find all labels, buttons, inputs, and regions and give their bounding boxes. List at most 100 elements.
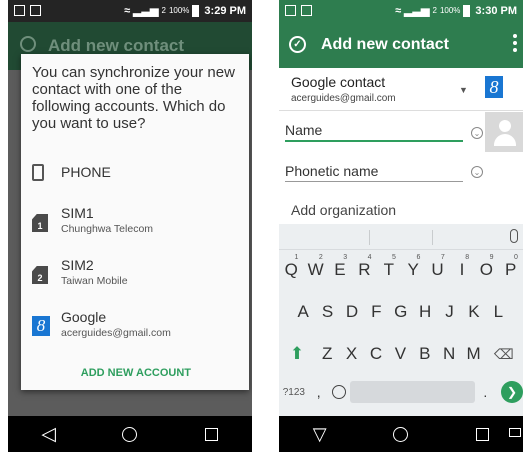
account-chooser-dialog: You can synchronize your new contact wit… bbox=[21, 54, 249, 390]
dialog-message: You can synchronize your new contact wit… bbox=[32, 64, 235, 132]
navigation-bar: ▽ bbox=[279, 416, 523, 452]
recents-icon bbox=[475, 427, 489, 441]
key-b[interactable]: B bbox=[413, 336, 437, 372]
email-icon bbox=[30, 5, 41, 16]
expand-icon[interactable]: ⌄ bbox=[471, 166, 483, 178]
recents-icon bbox=[204, 427, 218, 441]
navigation-bar: ◁ bbox=[8, 416, 252, 452]
home-icon bbox=[393, 426, 409, 442]
period-key[interactable]: . bbox=[475, 374, 495, 410]
key-o[interactable]: O9 bbox=[474, 252, 498, 288]
notification-icon bbox=[14, 5, 25, 16]
app-bar: ✓ Add new contact bbox=[279, 22, 523, 68]
key-g[interactable]: G bbox=[389, 294, 413, 330]
key-h[interactable]: H bbox=[413, 294, 437, 330]
battery-icon bbox=[192, 4, 200, 17]
key-a[interactable]: A bbox=[291, 294, 315, 330]
back-icon[interactable]: ◁ bbox=[29, 416, 69, 452]
option-sim2[interactable]: 2 SIM2 Taiwan Mobile bbox=[21, 257, 249, 291]
keyboard-row-3: ⬆ Z X C V B N M ⌫ bbox=[279, 336, 523, 372]
option-subtitle: Chunghwa Telecom bbox=[61, 223, 154, 235]
add-organization-button[interactable]: Add organization bbox=[291, 202, 396, 218]
key-n[interactable]: N bbox=[437, 336, 461, 372]
soft-keyboard: Q1 W2 E3 R4 T5 Y6 U7 I8 O9 P0 A S D F G … bbox=[279, 224, 523, 416]
notification-icon bbox=[285, 5, 296, 16]
add-new-account-button[interactable]: ADD NEW ACCOUNT bbox=[81, 367, 191, 379]
more-options-icon[interactable] bbox=[513, 34, 517, 52]
key-m[interactable]: M bbox=[461, 336, 485, 372]
space-bar[interactable] bbox=[350, 381, 476, 403]
option-subtitle: acerguides@gmail.com bbox=[61, 327, 171, 339]
key-s[interactable]: S bbox=[315, 294, 339, 330]
option-sim1[interactable]: 1 SIM1 Chunghwa Telecom bbox=[21, 205, 249, 239]
clock: 3:29 PM bbox=[204, 4, 246, 17]
battery-percent: 100% bbox=[168, 6, 190, 15]
key-d[interactable]: D bbox=[340, 294, 364, 330]
key-p[interactable]: P0 bbox=[499, 252, 523, 288]
option-phone[interactable]: PHONE bbox=[21, 162, 249, 182]
key-e[interactable]: E3 bbox=[328, 252, 352, 288]
signal-icon: ▂▃▅ bbox=[404, 5, 430, 17]
google-icon: 8 bbox=[485, 76, 503, 98]
home-button[interactable] bbox=[381, 416, 421, 452]
signal-icon: ▂▃▅ bbox=[133, 5, 159, 17]
status-bar: ≈ ▂▃▅ 2 100% 3:30 PM bbox=[279, 0, 523, 22]
option-title: SIM2 bbox=[61, 257, 94, 273]
key-k[interactable]: K bbox=[462, 294, 486, 330]
key-y[interactable]: Y6 bbox=[401, 252, 425, 288]
wifi-icon: ≈ bbox=[395, 4, 402, 17]
microphone-icon[interactable] bbox=[510, 229, 518, 243]
key-f[interactable]: F bbox=[364, 294, 388, 330]
key-l[interactable]: L bbox=[486, 294, 510, 330]
battery-percent: 100% bbox=[439, 6, 461, 15]
key-j[interactable]: J bbox=[437, 294, 461, 330]
phonetic-field-underline bbox=[285, 181, 463, 182]
dropdown-arrow-icon[interactable]: ▼ bbox=[459, 85, 468, 95]
account-type[interactable]: Google contact bbox=[291, 74, 385, 90]
sim-card-icon: 2 bbox=[32, 266, 48, 284]
check-icon bbox=[20, 36, 36, 52]
emoji-language-key[interactable] bbox=[329, 374, 351, 410]
key-r[interactable]: R4 bbox=[352, 252, 376, 288]
google-icon: 8 bbox=[32, 316, 50, 336]
sim-card-icon: 1 bbox=[32, 214, 48, 232]
phonetic-name-field[interactable]: Phonetic name bbox=[285, 163, 378, 179]
person-icon bbox=[499, 120, 511, 132]
home-icon bbox=[122, 426, 138, 442]
key-u[interactable]: U7 bbox=[425, 252, 449, 288]
left-phone-screen: ≈ ▂▃▅ 2 100% 3:29 PM Add new contact You… bbox=[8, 0, 252, 452]
next-arrow-icon[interactable]: ❯ bbox=[501, 381, 523, 403]
suggestion-strip bbox=[279, 224, 523, 250]
option-google[interactable]: 8 Google acerguides@gmail.com bbox=[21, 309, 249, 343]
key-w[interactable]: W2 bbox=[303, 252, 327, 288]
symbols-key[interactable]: ?123 bbox=[279, 374, 309, 410]
name-field[interactable]: Name bbox=[285, 122, 322, 138]
recents-button[interactable] bbox=[462, 416, 502, 452]
backspace-icon[interactable]: ⌫ bbox=[486, 336, 522, 372]
clock: 3:30 PM bbox=[475, 4, 517, 17]
contact-photo[interactable] bbox=[485, 112, 523, 152]
dimmed-title: Add new contact bbox=[48, 36, 185, 55]
expand-icon[interactable]: ⌄ bbox=[471, 127, 483, 139]
shift-icon[interactable]: ⬆ bbox=[279, 336, 315, 372]
sim-indicator: 2 bbox=[432, 6, 437, 15]
home-button[interactable] bbox=[110, 416, 150, 452]
wifi-icon: ≈ bbox=[124, 4, 131, 17]
option-title: PHONE bbox=[61, 164, 111, 180]
recents-button[interactable] bbox=[191, 416, 231, 452]
key-t[interactable]: T5 bbox=[377, 252, 401, 288]
comma-key[interactable]: , bbox=[309, 374, 329, 410]
key-q[interactable]: Q1 bbox=[279, 252, 303, 288]
key-c[interactable]: C bbox=[364, 336, 388, 372]
keyboard-icon bbox=[509, 428, 521, 437]
email-icon bbox=[301, 5, 312, 16]
globe-icon bbox=[332, 385, 347, 399]
back-down-icon[interactable]: ▽ bbox=[300, 416, 340, 452]
name-field-underline bbox=[285, 140, 463, 142]
key-i[interactable]: I8 bbox=[450, 252, 474, 288]
key-v[interactable]: V bbox=[388, 336, 412, 372]
check-icon[interactable]: ✓ bbox=[289, 36, 306, 53]
battery-icon bbox=[463, 4, 471, 17]
key-z[interactable]: Z bbox=[315, 336, 339, 372]
key-x[interactable]: X bbox=[339, 336, 363, 372]
